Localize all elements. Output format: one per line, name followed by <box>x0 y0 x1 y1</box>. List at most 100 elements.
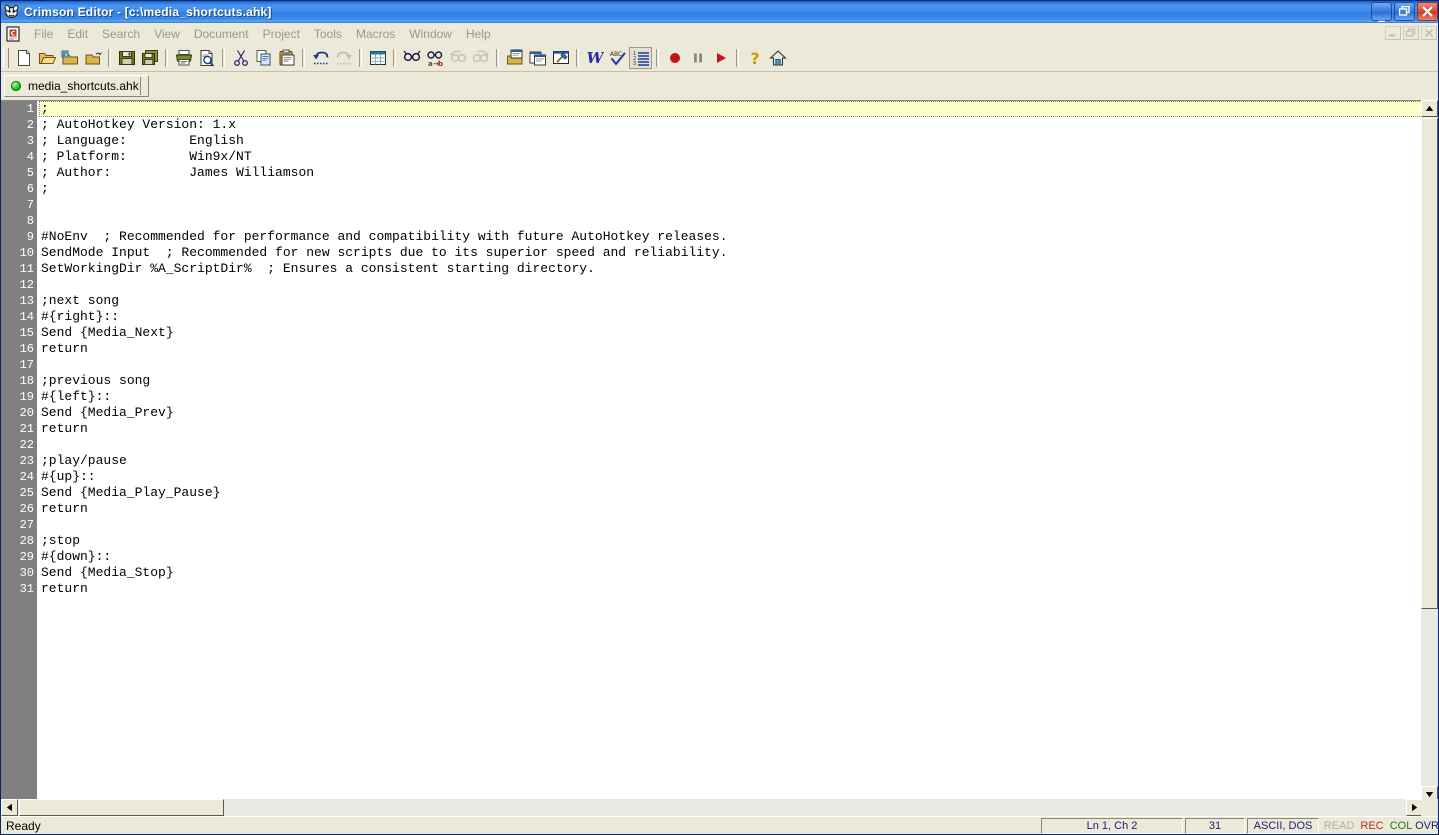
open-project-icon[interactable] <box>58 47 81 69</box>
code-line[interactable]: return <box>39 341 1438 357</box>
word-wrap-icon[interactable]: W <box>583 47 606 69</box>
menu-item-help[interactable]: Help <box>459 25 498 43</box>
paste-icon[interactable] <box>275 47 298 69</box>
status-flag-col[interactable]: COL <box>1387 818 1415 834</box>
copy-window-icon[interactable] <box>526 47 549 69</box>
code-line[interactable]: #NoEnv ; Recommended for performance and… <box>39 229 1438 245</box>
toolbar-separator <box>165 49 168 67</box>
vertical-scroll-thumb[interactable] <box>1421 118 1438 609</box>
code-line[interactable] <box>39 357 1438 373</box>
code-line[interactable] <box>39 517 1438 533</box>
open-window-icon[interactable] <box>503 47 526 69</box>
record-macro-icon[interactable] <box>663 47 686 69</box>
mdi-minimize-button[interactable] <box>1385 26 1401 40</box>
menu-item-search[interactable]: Search <box>95 25 147 43</box>
new-file-icon[interactable] <box>12 47 35 69</box>
status-total-lines: 31 <box>1185 818 1245 834</box>
code-line[interactable]: ;next song <box>39 293 1438 309</box>
code-canvas[interactable]: ;; AutoHotkey Version: 1.x; Language: En… <box>39 101 1438 804</box>
scrollbar-corner <box>1421 799 1438 816</box>
tab-media-shortcuts[interactable]: media_shortcuts.ahk <box>4 75 149 97</box>
saved-dot-icon <box>11 81 21 91</box>
print-preview-icon[interactable] <box>195 47 218 69</box>
status-encoding: ASCII, DOS <box>1247 818 1319 834</box>
home-icon[interactable] <box>766 47 789 69</box>
menu-item-file[interactable]: File <box>27 25 60 43</box>
menu-item-document[interactable]: Document <box>187 25 256 43</box>
vertical-scrollbar[interactable] <box>1421 100 1438 803</box>
execute-icon[interactable] <box>549 47 572 69</box>
line-numbers-icon[interactable]: 1 2 3 <box>629 47 652 69</box>
code-line[interactable]: ; <box>39 181 1438 197</box>
mdi-close-button[interactable] <box>1421 26 1437 40</box>
find-icon[interactable] <box>400 47 423 69</box>
open-file-icon[interactable] <box>35 47 58 69</box>
code-line[interactable]: ; Author: James Williamson <box>39 165 1438 181</box>
code-line[interactable] <box>39 197 1438 213</box>
spell-check-icon[interactable]: ABC <box>606 47 629 69</box>
menu-item-window[interactable]: Window <box>402 25 459 43</box>
code-line[interactable]: #{down}:: <box>39 549 1438 565</box>
code-line[interactable]: ; <box>39 101 1438 117</box>
document-icon[interactable]: C <box>5 26 21 42</box>
code-line[interactable]: Send {Media_Play_Pause} <box>39 485 1438 501</box>
code-line[interactable]: ;stop <box>39 533 1438 549</box>
help-icon[interactable]: ? <box>743 47 766 69</box>
play-macro-icon[interactable] <box>709 47 732 69</box>
code-line[interactable]: #{right}:: <box>39 309 1438 325</box>
mdi-restore-button[interactable] <box>1403 26 1419 40</box>
code-line[interactable] <box>39 213 1438 229</box>
print-icon[interactable] <box>172 47 195 69</box>
close-file-icon[interactable] <box>81 47 104 69</box>
status-flag-rec[interactable]: REC <box>1357 818 1387 834</box>
column-mode-icon[interactable] <box>366 47 389 69</box>
code-line[interactable]: #{left}:: <box>39 389 1438 405</box>
find-replace-icon[interactable]: a → b <box>423 47 446 69</box>
code-line[interactable] <box>39 277 1438 293</box>
close-icon <box>1418 6 1437 17</box>
code-line[interactable]: return <box>39 501 1438 517</box>
scroll-up-button[interactable] <box>1421 100 1438 117</box>
horizontal-scroll-thumb[interactable] <box>19 799 224 816</box>
code-line[interactable]: ; Platform: Win9x/NT <box>39 149 1438 165</box>
code-line[interactable]: ; Language: English <box>39 133 1438 149</box>
line-number-gutter: 1 2 3 4 5 6 7 8 9 10 11 12 13 14 15 16 17 18 19 20 21 22 23 24 2… <box>1 101 38 804</box>
maximize-button[interactable] <box>1394 2 1415 21</box>
code-line[interactable]: #{up}:: <box>39 469 1438 485</box>
copy-icon[interactable] <box>252 47 275 69</box>
find-next-icon[interactable] <box>469 47 492 69</box>
code-line[interactable]: Send {Media_Stop} <box>39 565 1438 581</box>
undo-icon[interactable] <box>309 47 332 69</box>
code-line[interactable]: return <box>39 581 1438 597</box>
pause-macro-icon[interactable] <box>686 47 709 69</box>
redo-icon[interactable] <box>332 47 355 69</box>
status-flag-ovr[interactable]: OVR <box>1413 818 1438 834</box>
code-line[interactable]: Send {Media_Next} <box>39 325 1438 341</box>
minimize-button[interactable]: _ <box>1371 2 1392 22</box>
code-line[interactable] <box>39 437 1438 453</box>
menu-item-view[interactable]: View <box>147 25 187 43</box>
toolbar-grip[interactable] <box>3 48 9 68</box>
code-line[interactable]: ;play/pause <box>39 453 1438 469</box>
scroll-left-button[interactable] <box>1 799 18 816</box>
horizontal-scrollbar[interactable] <box>1 799 1423 816</box>
line-number: 31 <box>19 582 34 596</box>
menu-item-tools[interactable]: Tools <box>307 25 349 43</box>
menu-item-project[interactable]: Project <box>256 25 307 43</box>
find-previous-icon[interactable] <box>446 47 469 69</box>
code-line[interactable]: ; AutoHotkey Version: 1.x <box>39 117 1438 133</box>
cut-icon[interactable] <box>229 47 252 69</box>
menu-item-edit[interactable]: Edit <box>60 25 95 43</box>
line-number: 28 <box>19 534 34 548</box>
code-line[interactable]: SendMode Input ; Recommended for new scr… <box>39 245 1438 261</box>
code-line[interactable]: Send {Media_Prev} <box>39 405 1438 421</box>
menu-item-macros[interactable]: Macros <box>349 25 402 43</box>
status-flag-read[interactable]: READ <box>1321 818 1357 834</box>
save-icon[interactable] <box>115 47 138 69</box>
close-button[interactable] <box>1417 2 1438 21</box>
code-line[interactable]: return <box>39 421 1438 437</box>
code-line[interactable]: ;previous song <box>39 373 1438 389</box>
code-line[interactable]: SetWorkingDir %A_ScriptDir% ; Ensures a … <box>39 261 1438 277</box>
svg-text:ABC: ABC <box>609 51 621 58</box>
save-all-icon[interactable] <box>138 47 161 69</box>
